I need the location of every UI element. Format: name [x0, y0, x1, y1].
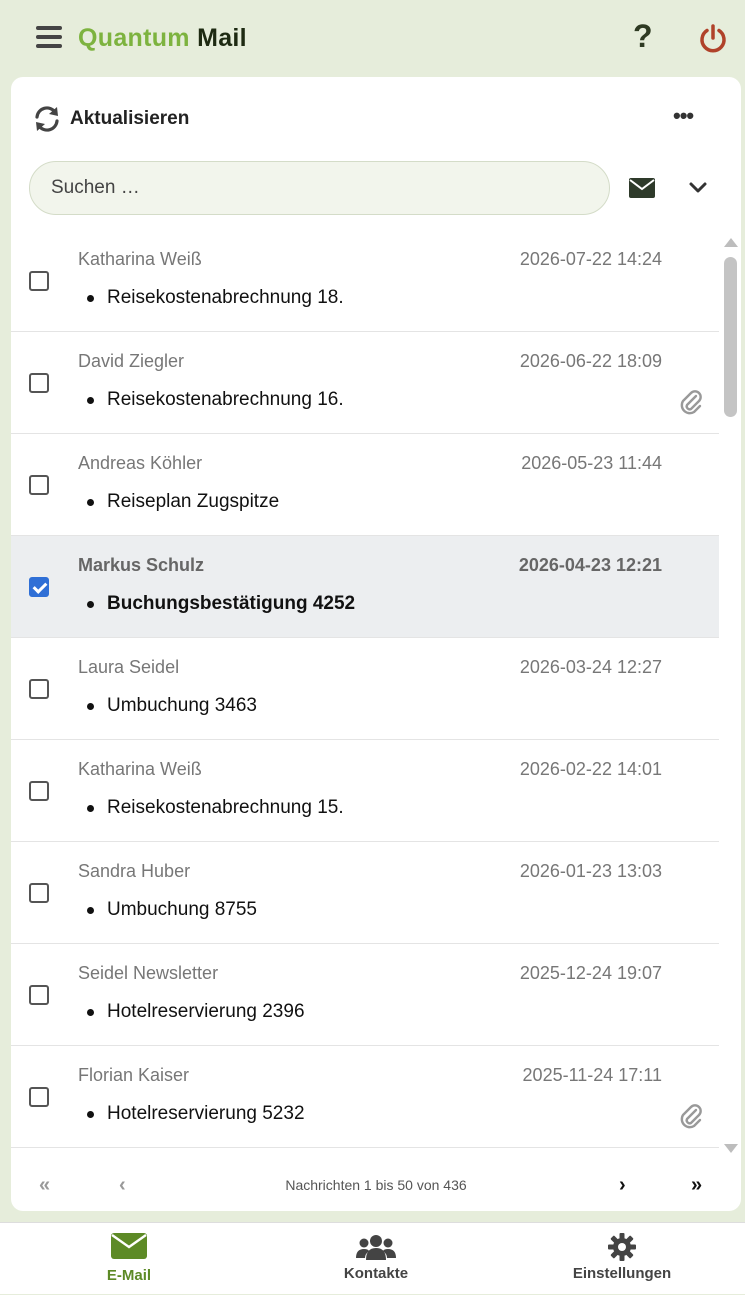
message-subject: Umbuchung 8755 [107, 899, 257, 920]
bullet-icon [87, 703, 94, 710]
message-row[interactable]: Katharina Weiß 2026-07-22 14:24 Reisekoste… [11, 230, 719, 332]
next-page-button[interactable]: › [619, 1174, 626, 1197]
message-date: 2026-05-23 11:44 [521, 453, 662, 473]
message-subject: Reisekostenabrechnung 15. [107, 797, 344, 818]
message-checkbox[interactable] [29, 373, 49, 393]
message-date: 2025-11-24 17:11 [522, 1065, 662, 1085]
message-date: 2026-01-23 13:03 [519, 861, 662, 881]
envelope-filter-icon[interactable] [628, 177, 656, 199]
brand-part1: Quantum [78, 24, 190, 52]
message-date: 2026-03-24 12:27 [519, 657, 662, 677]
message-checkbox[interactable] [29, 475, 49, 495]
message-sender: Laura Seidel [78, 657, 180, 677]
hamburger-menu-icon[interactable] [36, 26, 62, 48]
message-row[interactable]: Katharina Weiß 2026-02-22 14:01 Reisekoste… [11, 740, 719, 842]
message-row[interactable]: Seidel Newsletter 2025-12-24 19:07 Hotelre… [11, 944, 719, 1046]
nav-email[interactable]: E-Mail [5, 1223, 253, 1295]
nav-settings[interactable]: Einstellungen [498, 1223, 745, 1295]
paperclip-icon [679, 388, 703, 416]
bullet-icon [87, 805, 94, 812]
refresh-button[interactable]: Aktualisieren [33, 105, 189, 133]
refresh-label: Aktualisieren [70, 108, 190, 129]
bullet-icon [87, 499, 94, 506]
message-subject: Hotelreservierung 2396 [107, 1001, 305, 1022]
message-row[interactable]: Andreas Köhler 2026-05-23 11:44 Reiseplan … [11, 434, 719, 536]
logout-power-icon[interactable] [698, 24, 728, 54]
nav-email-label: E-Mail [106, 1267, 152, 1284]
users-icon [356, 1233, 396, 1266]
message-subject: Reisekostenabrechnung 16. [107, 389, 344, 410]
message-subject: Buchungsbestätigung 4252 [107, 593, 356, 614]
bullet-icon [87, 295, 94, 302]
bullet-icon [87, 1111, 94, 1118]
message-date: 2026-07-22 14:24 [519, 249, 662, 269]
message-date: 2026-06-22 18:09 [519, 351, 662, 371]
mail-list-panel: Aktualisieren ••• Katharina Weiß 2026-07-… [11, 77, 741, 1211]
bullet-icon [87, 601, 94, 608]
more-options-icon[interactable]: ••• [673, 103, 694, 129]
message-sender: Katharina Weiß [78, 759, 202, 779]
message-date: 2025-12-24 19:07 [519, 963, 662, 983]
message-sender: Andreas Köhler [78, 453, 203, 473]
bullet-icon [87, 1009, 94, 1016]
search-input[interactable] [29, 161, 610, 215]
message-checkbox[interactable] [29, 781, 49, 801]
message-checkbox[interactable] [29, 271, 49, 291]
message-row[interactable]: David Ziegler 2026-06-22 18:09 Reisekosten… [11, 332, 719, 434]
message-subject: Hotelreservierung 5232 [107, 1103, 305, 1124]
top-bar: Quantum Mail ? [0, 0, 745, 78]
message-subject: Umbuchung 3463 [107, 695, 257, 716]
message-sender: Florian Kaiser [78, 1065, 190, 1085]
scroll-down-arrow[interactable] [724, 1144, 738, 1153]
pagination: « ‹ Nachrichten 1 bis 50 von 436 › » [11, 1157, 741, 1209]
message-sender: Sandra Huber [78, 861, 191, 881]
message-checkbox[interactable] [29, 679, 49, 699]
bullet-icon [87, 397, 94, 404]
message-list: Katharina Weiß 2026-07-22 14:24 Reisekoste… [11, 230, 719, 1148]
gear-icon [608, 1233, 636, 1266]
refresh-icon [35, 106, 59, 132]
message-checkbox[interactable] [29, 883, 49, 903]
pagination-info: Nachrichten 1 bis 50 von 436 [285, 1177, 467, 1193]
message-sender: Markus Schulz [78, 555, 205, 575]
brand-part2: Mail [197, 24, 247, 52]
paperclip-icon [679, 1102, 703, 1130]
nav-contacts-label: Kontakte [343, 1265, 409, 1282]
message-subject: Reisekostenabrechnung 18. [107, 287, 344, 308]
message-checkbox[interactable] [29, 577, 49, 597]
message-row[interactable]: Florian Kaiser 2025-11-24 17:11 Hotelreser… [11, 1046, 719, 1148]
bullet-icon [87, 907, 94, 914]
message-date: 2026-04-23 12:21 [518, 555, 662, 575]
last-page-button[interactable]: » [691, 1174, 702, 1197]
message-sender: David Ziegler [78, 351, 185, 371]
scrollbar-thumb[interactable] [724, 257, 737, 417]
envelope-icon [111, 1233, 147, 1264]
message-sender: Katharina Weiß [78, 249, 202, 269]
app-brand: Quantum Mail [78, 24, 247, 53]
message-sender: Seidel Newsletter [78, 963, 219, 983]
message-row[interactable]: Sandra Huber 2026-01-23 13:03 Umbuchung 87… [11, 842, 719, 944]
nav-settings-label: Einstellungen [572, 1265, 672, 1282]
message-checkbox[interactable] [29, 985, 49, 1005]
help-icon[interactable]: ? [633, 18, 653, 55]
bottom-navigation: E-Mail Kontakte Einstellungen [0, 1222, 745, 1294]
message-date: 2026-02-22 14:01 [519, 759, 662, 779]
message-row[interactable]: Markus Schulz 2026-04-23 12:21 Buchungsbes… [11, 536, 719, 638]
message-checkbox[interactable] [29, 1087, 49, 1107]
nav-contacts[interactable]: Kontakte [252, 1223, 500, 1295]
chevron-down-icon[interactable] [688, 181, 708, 195]
message-subject: Reiseplan Zugspitze [107, 491, 280, 512]
scroll-up-arrow[interactable] [724, 238, 738, 247]
message-row[interactable]: Laura Seidel 2026-03-24 12:27 Umbuchung 34… [11, 638, 719, 740]
